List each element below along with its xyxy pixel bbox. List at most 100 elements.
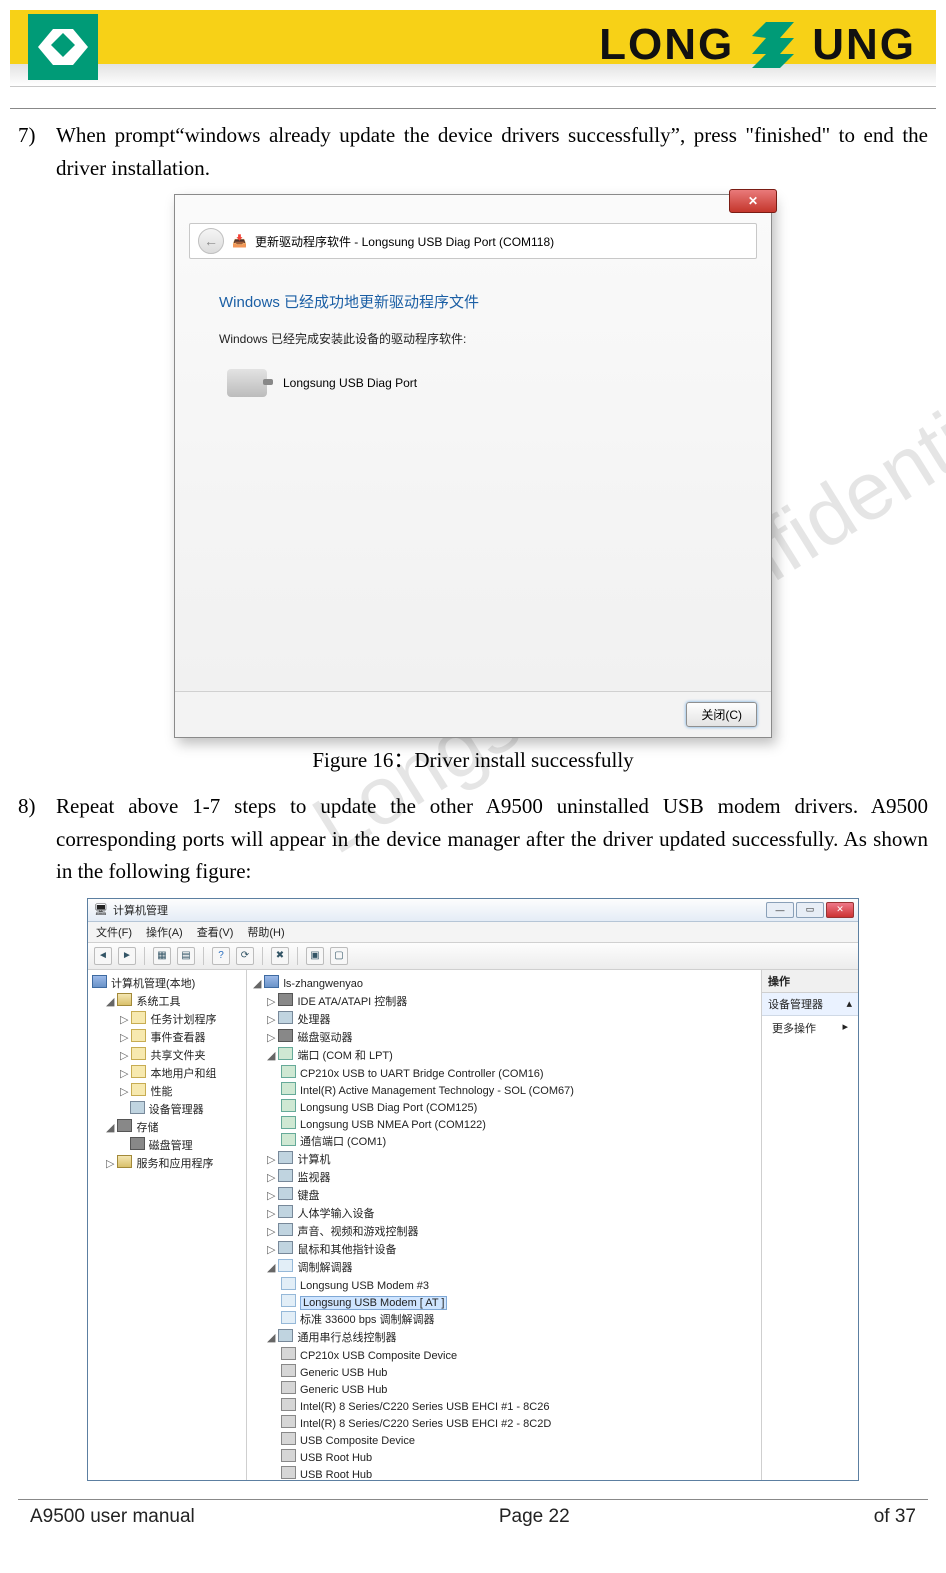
- tree-systools[interactable]: ◢系统工具: [92, 992, 242, 1010]
- tree-host[interactable]: ◢ls-zhangwenyao: [253, 974, 755, 992]
- device-item[interactable]: Generic USB Hub: [253, 1363, 755, 1380]
- disk-icon: [130, 1137, 145, 1150]
- device-item[interactable]: Longsung USB Diag Port (COM125): [253, 1098, 755, 1115]
- tree-item-devmgr[interactable]: 设备管理器: [92, 1100, 242, 1118]
- tree-root[interactable]: 计算机管理(本地): [92, 974, 242, 992]
- device-item[interactable]: USB Composite Device: [253, 1431, 755, 1448]
- list-number: 8): [18, 790, 56, 888]
- back-button[interactable]: ←: [198, 228, 224, 254]
- group-label: 监视器: [297, 1172, 330, 1184]
- tree-item[interactable]: ▷本地用户和组: [92, 1064, 242, 1082]
- footer-rule: [18, 1499, 928, 1500]
- body-content: 7) When prompt“windows already update th…: [18, 119, 928, 184]
- device-group[interactable]: ◢调制解调器: [253, 1258, 755, 1276]
- device-group[interactable]: ▷人体学输入设备: [253, 1204, 755, 1222]
- menu-help[interactable]: 帮助(H): [247, 924, 284, 940]
- device-group[interactable]: ▷鼠标和其他指针设备: [253, 1240, 755, 1258]
- device-icon: [281, 1398, 296, 1411]
- device-group[interactable]: ▷处理器: [253, 1010, 755, 1028]
- list-text: When prompt“windows already update the d…: [56, 119, 928, 184]
- actions-more[interactable]: 更多操作 ▸: [762, 1016, 858, 1040]
- tree-item[interactable]: 磁盘管理: [92, 1136, 242, 1154]
- help-icon[interactable]: ?: [212, 947, 230, 965]
- device-label: CP210x USB to UART Bridge Controller (CO…: [300, 1068, 544, 1080]
- device-icon: [281, 1347, 296, 1360]
- device-item[interactable]: 标准 33600 bps 调制解调器: [253, 1310, 755, 1328]
- device-group[interactable]: ▷磁盘驱动器: [253, 1028, 755, 1046]
- device-item[interactable]: USB Root Hub: [253, 1465, 755, 1480]
- device-group[interactable]: ▷键盘: [253, 1186, 755, 1204]
- nav-fwd-icon[interactable]: ►: [118, 947, 136, 965]
- device-item[interactable]: Intel(R) 8 Series/C220 Series USB EHCI #…: [253, 1414, 755, 1431]
- tree-item[interactable]: ▷任务计划程序: [92, 1010, 242, 1028]
- wizard-icon: 📥: [232, 234, 247, 248]
- collapse-icon[interactable]: ▴: [846, 997, 852, 1010]
- brand-wordmark: LONG UNG: [599, 16, 916, 74]
- scan-icon[interactable]: ⟳: [236, 947, 254, 965]
- toolbar-separator: [203, 947, 204, 965]
- device-group[interactable]: ▷IDE ATA/ATAPI 控制器: [253, 992, 755, 1010]
- device-item[interactable]: Generic USB Hub: [253, 1380, 755, 1397]
- group-icon: [278, 1151, 293, 1164]
- device-group[interactable]: ▷声音、视频和游戏控制器: [253, 1222, 755, 1240]
- device-item[interactable]: Longsung USB Modem [ AT ]: [253, 1293, 755, 1310]
- close-dialog-button[interactable]: 关闭(C): [686, 702, 757, 727]
- group-icon: [278, 1223, 293, 1236]
- dialog-breadcrumb: ← 📥 更新驱动程序软件 - Longsung USB Diag Port (C…: [189, 223, 757, 259]
- device-label: Longsung USB Modem #3: [300, 1280, 429, 1292]
- device-group[interactable]: ▷监视器: [253, 1168, 755, 1186]
- device-tree-pane: ◢ls-zhangwenyao ▷IDE ATA/ATAPI 控制器▷处理器▷磁…: [247, 970, 761, 1480]
- enable-icon[interactable]: ▣: [306, 947, 324, 965]
- menu-view[interactable]: 查看(V): [197, 924, 234, 940]
- tree-item[interactable]: ▷共享文件夹: [92, 1046, 242, 1064]
- dialog-content: Windows 已经成功地更新驱动程序文件 Windows 已经完成安装此设备的…: [193, 273, 753, 691]
- device-item[interactable]: 通信端口 (COM1): [253, 1132, 755, 1150]
- menu-action[interactable]: 操作(A): [146, 924, 183, 940]
- device-group[interactable]: ◢通用串行总线控制器: [253, 1328, 755, 1346]
- footer-right: of 37: [874, 1506, 916, 1528]
- device-item[interactable]: Longsung USB Modem #3: [253, 1276, 755, 1293]
- device-group[interactable]: ◢端口 (COM 和 LPT): [253, 1046, 755, 1064]
- device-label: 通信端口 (COM1): [300, 1136, 386, 1148]
- device-item[interactable]: Intel(R) Active Management Technology - …: [253, 1081, 755, 1098]
- device-item[interactable]: CP210x USB Composite Device: [253, 1346, 755, 1363]
- perf-icon: [131, 1083, 146, 1096]
- toolbar-separator: [144, 947, 145, 965]
- close-window-button[interactable]: ✕: [826, 902, 854, 918]
- close-button[interactable]: ✕: [729, 189, 777, 213]
- device-item[interactable]: Longsung USB NMEA Port (COM122): [253, 1115, 755, 1132]
- device-item[interactable]: Intel(R) 8 Series/C220 Series USB EHCI #…: [253, 1397, 755, 1414]
- window-title: 计算机管理: [113, 902, 168, 918]
- actions-header: 操作: [762, 970, 858, 993]
- menu-file[interactable]: 文件(F): [96, 924, 132, 940]
- menu-bar: 文件(F) 操作(A) 查看(V) 帮助(H): [88, 922, 858, 943]
- group-label: 键盘: [297, 1190, 319, 1202]
- device-icon: [281, 1449, 296, 1462]
- tree-item[interactable]: ▷事件查看器: [92, 1028, 242, 1046]
- device-label: USB Composite Device: [300, 1435, 415, 1447]
- maximize-button[interactable]: ▭: [796, 902, 824, 918]
- up-icon[interactable]: ▦: [153, 947, 171, 965]
- minimize-button[interactable]: —: [766, 902, 794, 918]
- device-icon: [281, 1364, 296, 1377]
- device-icon: [281, 1133, 296, 1146]
- disable-icon[interactable]: ▢: [330, 947, 348, 965]
- device-label: CP210x USB Composite Device: [300, 1350, 457, 1362]
- tree-services[interactable]: ▷服务和应用程序: [92, 1154, 242, 1172]
- device-item[interactable]: USB Root Hub: [253, 1448, 755, 1465]
- driver-update-dialog: ✕ ← 📥 更新驱动程序软件 - Longsung USB Diag Port …: [174, 194, 772, 738]
- properties-icon[interactable]: ▤: [177, 947, 195, 965]
- tree-item[interactable]: ▷性能: [92, 1082, 242, 1100]
- modem-icon: [281, 1294, 296, 1307]
- tree-storage[interactable]: ◢存储: [92, 1118, 242, 1136]
- device-item[interactable]: CP210x USB to UART Bridge Controller (CO…: [253, 1064, 755, 1081]
- nav-back-icon[interactable]: ◄: [94, 947, 112, 965]
- device-group[interactable]: ▷计算机: [253, 1150, 755, 1168]
- dialog-footer: 关闭(C): [175, 691, 771, 737]
- event-icon: [131, 1029, 146, 1042]
- device-icon: [281, 1432, 296, 1445]
- page-footer: A9500 user manual Page 22 of 37: [30, 1506, 916, 1528]
- device-label: Longsung USB NMEA Port (COM122): [300, 1119, 486, 1131]
- uninstall-icon[interactable]: ✖: [271, 947, 289, 965]
- group-label: 调制解调器: [297, 1262, 352, 1274]
